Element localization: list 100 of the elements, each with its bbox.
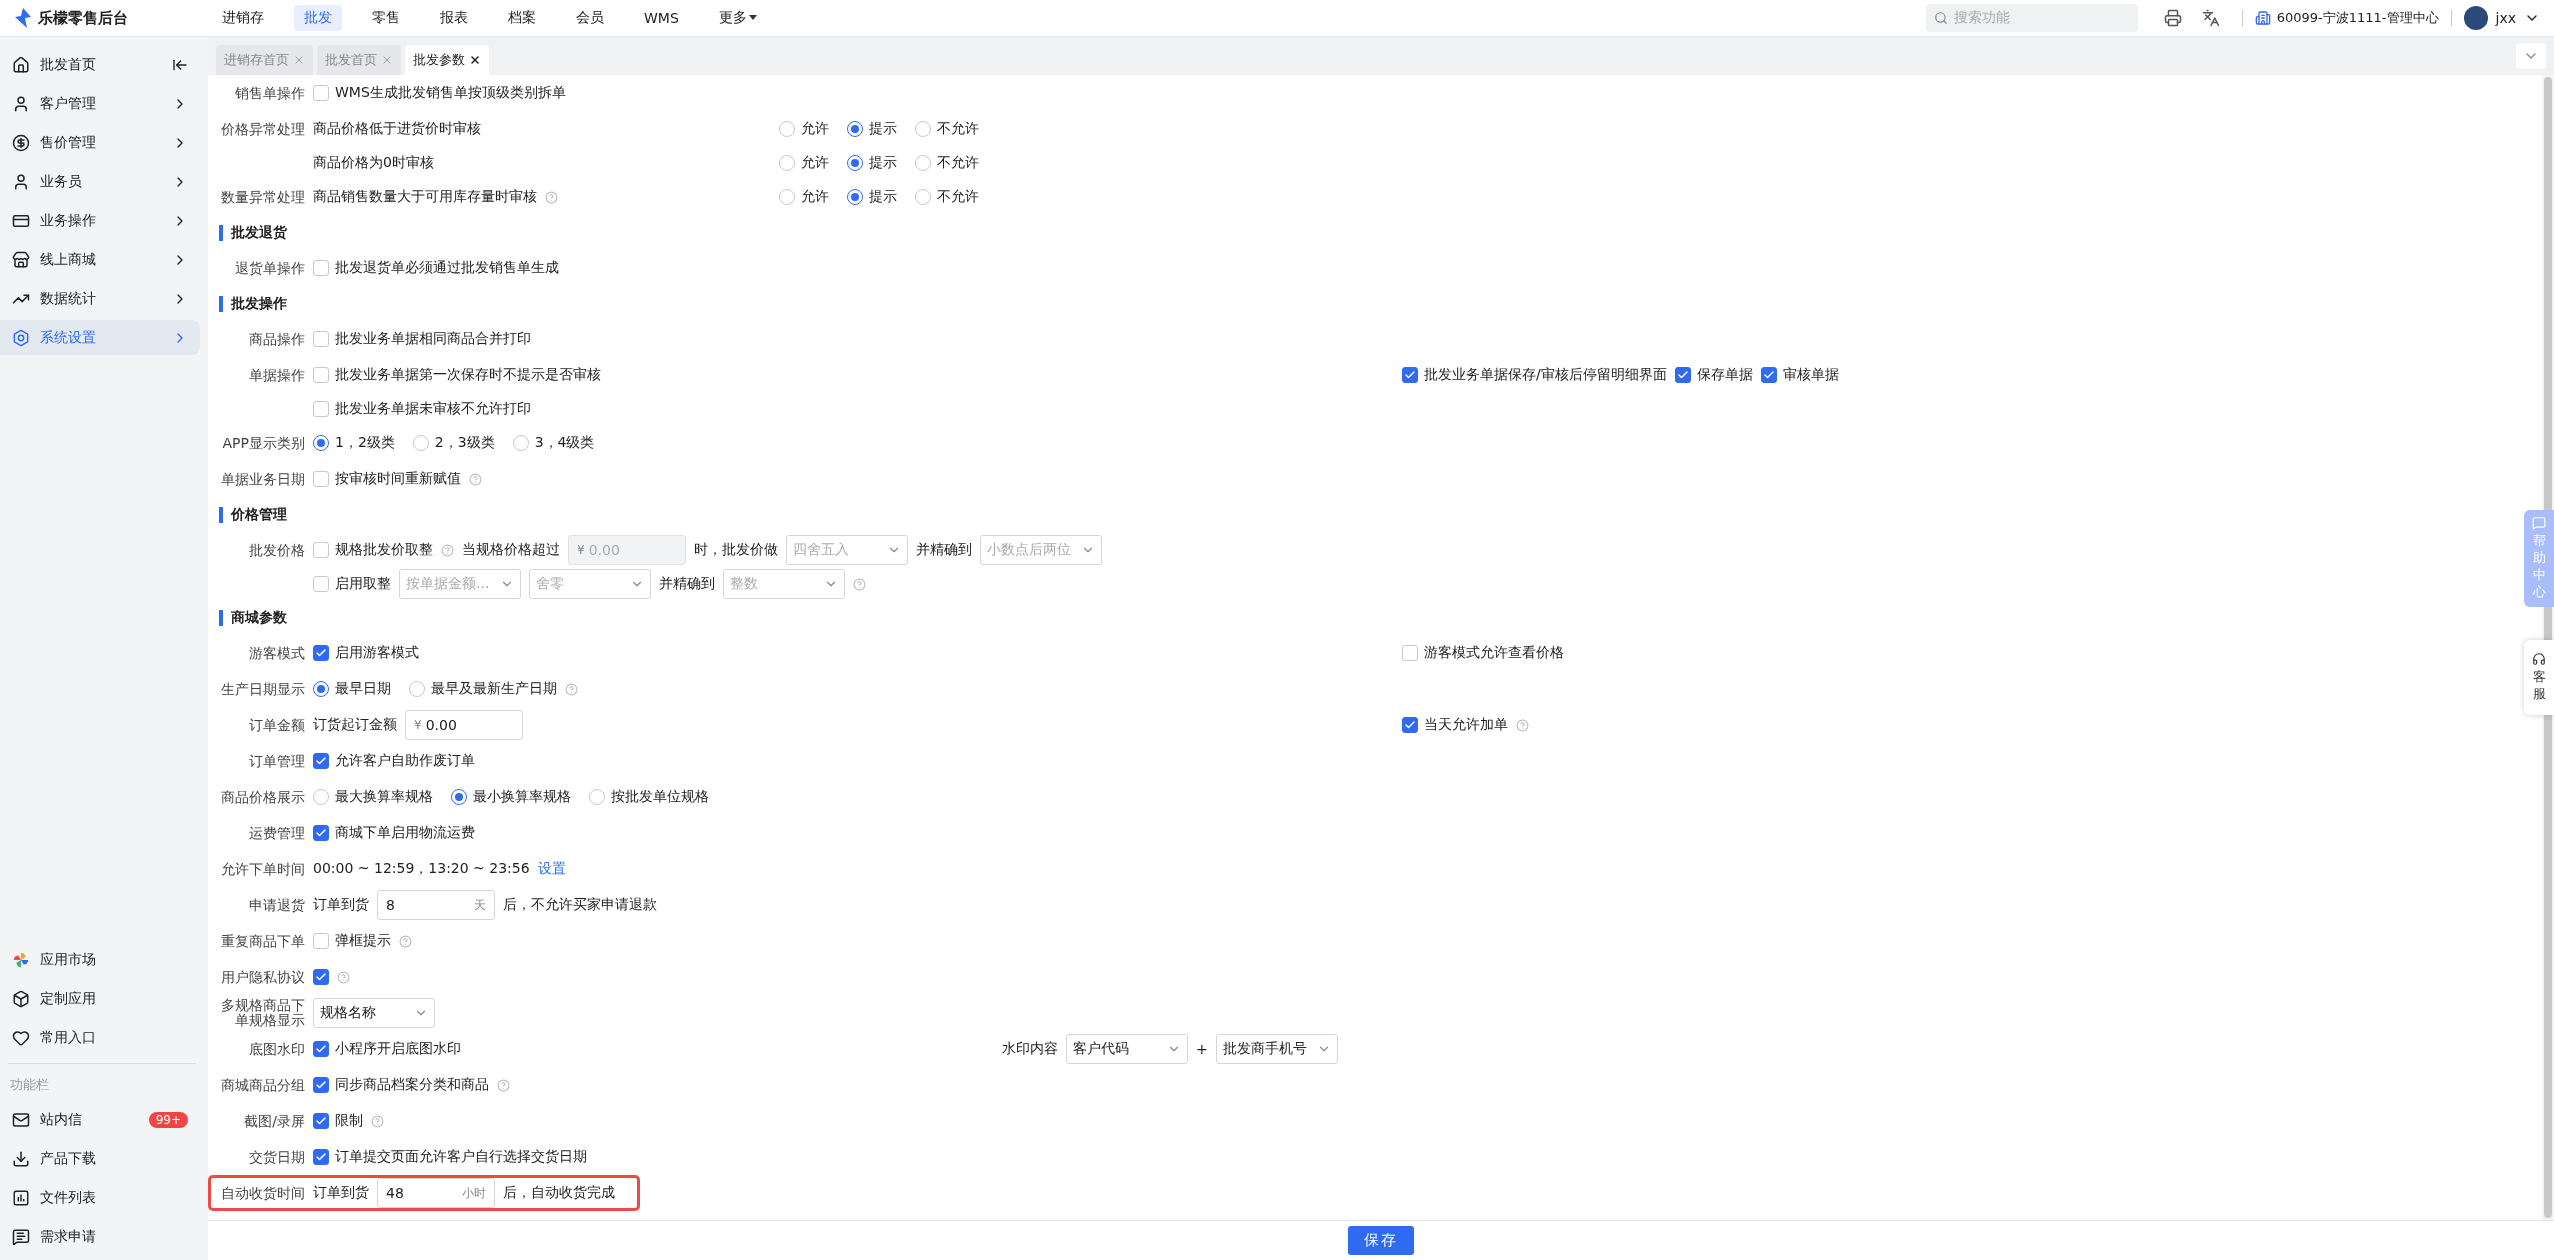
checkbox[interactable] <box>1402 367 1418 383</box>
help-icon[interactable] <box>1516 718 1529 732</box>
radio-button[interactable] <box>915 121 931 137</box>
radio-label[interactable]: 2，3级类 <box>434 434 495 452</box>
checkbox-label[interactable]: 规格批发价取整 <box>335 541 433 559</box>
nav-item[interactable]: WMS <box>634 6 689 30</box>
tabs-menu-button[interactable] <box>2516 43 2546 69</box>
sidebar-item[interactable]: 客户管理 <box>0 86 200 121</box>
help-icon[interactable] <box>441 543 454 557</box>
number-field[interactable]: ¥ 0.00 <box>405 710 523 740</box>
sidebar-item[interactable]: 站内信 99+ <box>0 1102 200 1137</box>
translate-icon[interactable] <box>2201 9 2220 27</box>
checkbox[interactable] <box>313 542 329 558</box>
radio-button[interactable] <box>779 155 795 171</box>
sidebar-item[interactable]: 应用市场 <box>0 942 200 977</box>
checkbox-label[interactable]: 批发业务单据相同商品合并打印 <box>335 330 531 348</box>
radio-label[interactable]: 最早及最新生产日期 <box>431 680 557 698</box>
checkbox[interactable] <box>1402 645 1418 661</box>
checkbox[interactable] <box>313 933 329 949</box>
checkbox-label[interactable]: 按审核时间重新赋值 <box>335 470 461 488</box>
radio-button[interactable] <box>313 681 329 697</box>
checkbox[interactable] <box>313 825 329 841</box>
checkbox[interactable] <box>313 1113 329 1129</box>
dropdown[interactable]: 批发商手机号 <box>1215 1034 1338 1064</box>
nav-item[interactable]: 零售 <box>362 5 410 31</box>
checkbox-label[interactable]: 弹框提示 <box>335 932 391 950</box>
radio-button[interactable] <box>589 789 605 805</box>
sidebar-item[interactable]: 定制应用 <box>0 981 200 1016</box>
sidebar-item[interactable]: 需求申请 <box>0 1219 200 1254</box>
dropdown[interactable]: 规格名称 <box>313 998 435 1028</box>
avatar[interactable] <box>2463 6 2488 30</box>
nav-item[interactable]: 档案 <box>498 5 546 31</box>
help-icon[interactable] <box>469 472 482 486</box>
radio-label[interactable]: 不允许 <box>937 154 979 172</box>
sidebar-item[interactable]: 业务操作 <box>0 203 200 238</box>
close-icon[interactable] <box>469 54 481 66</box>
checkbox-label[interactable]: 小程序开启底图水印 <box>335 1040 461 1058</box>
radio-button[interactable] <box>915 155 931 171</box>
sidebar-item[interactable]: 业务员 <box>0 164 200 199</box>
radio-button[interactable] <box>313 789 329 805</box>
radio-button[interactable] <box>779 121 795 137</box>
nav-item[interactable]: 进销存 <box>212 5 274 31</box>
tab[interactable]: 批发参数 <box>405 45 489 75</box>
radio-label[interactable]: 提示 <box>869 120 897 138</box>
help-icon[interactable] <box>853 577 866 591</box>
nav-item[interactable]: 报表 <box>430 5 478 31</box>
checkbox-label[interactable]: 批发业务单据未审核不允许打印 <box>335 400 531 418</box>
number-field[interactable]: 48 小时 <box>377 1178 495 1208</box>
checkbox[interactable] <box>313 260 329 276</box>
sidebar-item[interactable]: 线上商城 <box>0 242 200 277</box>
customer-service-tab[interactable]: 客服 <box>2524 640 2554 715</box>
sidebar-item[interactable]: 系统设置 <box>0 320 200 355</box>
sidebar-item[interactable]: 数据统计 <box>0 281 200 316</box>
radio-label[interactable]: 不允许 <box>937 120 979 138</box>
sidebar-item[interactable]: 产品下载 <box>0 1141 200 1176</box>
help-icon[interactable] <box>565 682 578 696</box>
checkbox[interactable] <box>313 969 329 985</box>
radio-label[interactable]: 不允许 <box>937 188 979 206</box>
number-field[interactable]: 8 天 <box>377 890 495 920</box>
radio-button[interactable] <box>779 189 795 205</box>
radio-label[interactable]: 提示 <box>869 188 897 206</box>
help-icon[interactable] <box>399 934 412 948</box>
save-button[interactable]: 保存 <box>1348 1226 1414 1255</box>
checkbox-label[interactable]: 同步商品档案分类和商品 <box>335 1076 489 1094</box>
checkbox-label[interactable]: 游客模式允许查看价格 <box>1424 644 1564 662</box>
checkbox-label[interactable]: 当天允许加单 <box>1424 716 1508 734</box>
radio-label[interactable]: 允许 <box>801 120 829 138</box>
checkbox-label[interactable]: 批发业务单据第一次保存时不提示是否审核 <box>335 366 601 384</box>
checkbox[interactable] <box>1402 717 1418 733</box>
sidebar-item[interactable]: 售价管理 <box>0 125 200 160</box>
help-icon[interactable] <box>337 970 350 984</box>
radio-label[interactable]: 允许 <box>801 154 829 172</box>
checkbox[interactable] <box>313 753 329 769</box>
radio-button[interactable] <box>847 121 863 137</box>
radio-label[interactable]: 1，2级类 <box>335 434 395 452</box>
radio-button[interactable] <box>847 189 863 205</box>
radio-label[interactable]: 最早日期 <box>335 680 391 698</box>
checkbox-label[interactable]: 限制 <box>335 1112 363 1130</box>
sidebar-item[interactable]: 批发首页 <box>0 47 200 82</box>
radio-button[interactable] <box>847 155 863 171</box>
checkbox[interactable] <box>313 401 329 417</box>
nav-item[interactable]: 会员 <box>566 5 614 31</box>
radio-label[interactable]: 允许 <box>801 188 829 206</box>
checkbox[interactable] <box>313 1041 329 1057</box>
checkbox-label[interactable]: 允许客户自助作废订单 <box>335 752 475 770</box>
nav-item[interactable]: 更多 <box>708 5 767 31</box>
checkbox[interactable] <box>313 471 329 487</box>
checkbox[interactable] <box>1760 367 1777 383</box>
printer-icon[interactable] <box>2163 9 2182 27</box>
checkbox-label[interactable]: 商城下单启用物流运费 <box>335 824 475 842</box>
checkbox[interactable] <box>313 576 329 592</box>
help-icon[interactable] <box>497 1078 510 1092</box>
checkbox[interactable] <box>313 331 329 347</box>
sidebar-item[interactable]: 常用入口 <box>0 1020 200 1055</box>
radio-button[interactable] <box>451 789 467 805</box>
checkbox-label[interactable]: WMS生成批发销售单按顶级类别拆单 <box>335 84 566 102</box>
checkbox[interactable] <box>1674 367 1691 383</box>
radio-label[interactable]: 最大换算率规格 <box>335 788 433 806</box>
checkbox[interactable] <box>313 1077 329 1093</box>
radio-label[interactable]: 提示 <box>869 154 897 172</box>
